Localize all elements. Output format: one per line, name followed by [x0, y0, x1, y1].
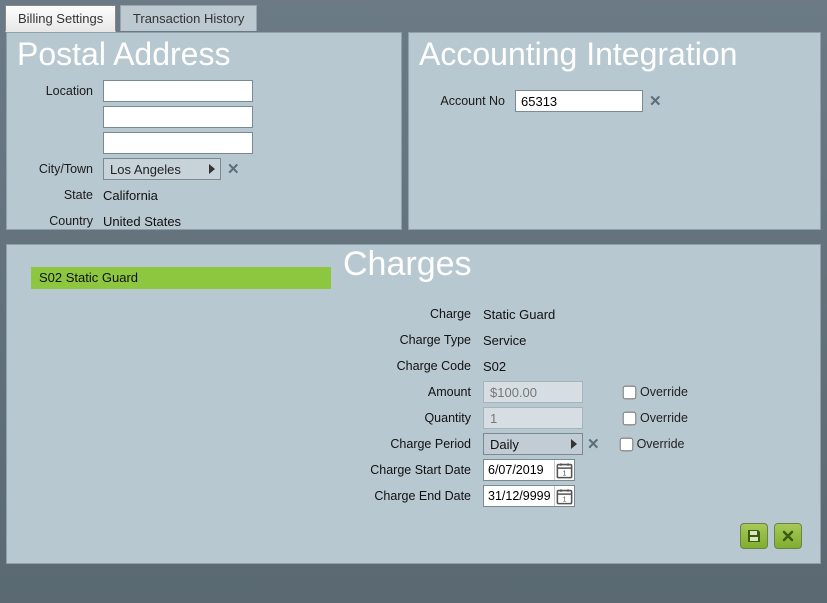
account-no-label: Account No: [421, 94, 505, 108]
amount-label: Amount: [337, 385, 471, 399]
accounting-integration-panel: Accounting Integration Account No ✕: [408, 32, 821, 230]
charges-title: Charges: [343, 245, 472, 284]
override-quantity-label: Override: [640, 411, 688, 425]
start-date-input[interactable]: [484, 460, 554, 480]
clear-period-icon[interactable]: ✕: [587, 437, 600, 452]
calendar-icon[interactable]: 1: [554, 486, 574, 506]
charge-code-label: Charge Code: [337, 359, 471, 373]
svg-text:1: 1: [563, 495, 567, 503]
clear-account-icon[interactable]: ✕: [649, 94, 662, 109]
city-combo[interactable]: Los Angeles: [103, 158, 221, 180]
charges-panel: S02 Static Guard Charges Charge Static G…: [6, 244, 821, 564]
tabs-bar: Billing Settings Transaction History: [0, 0, 827, 32]
city-label: City/Town: [19, 162, 93, 176]
chevron-right-icon: [209, 164, 215, 174]
charge-code-value: S02: [483, 359, 506, 374]
country-value: United States: [103, 214, 181, 229]
override-period-checkbox[interactable]: [619, 437, 633, 451]
location-line3-input[interactable]: [103, 132, 253, 154]
accounting-title: Accounting Integration: [419, 36, 808, 73]
selected-charge-item[interactable]: S02 Static Guard: [31, 267, 331, 289]
charge-label: Charge: [337, 307, 471, 321]
override-amount-label: Override: [640, 385, 688, 399]
cancel-button[interactable]: [774, 523, 802, 549]
quantity-label: Quantity: [337, 411, 471, 425]
svg-text:1: 1: [563, 469, 567, 477]
charge-value: Static Guard: [483, 307, 555, 322]
override-period-label: Override: [637, 437, 685, 451]
charge-period-label: Charge Period: [337, 437, 471, 451]
location-line2-input[interactable]: [103, 106, 253, 128]
end-date-input[interactable]: [484, 486, 554, 506]
postal-title: Postal Address: [17, 36, 389, 73]
override-quantity-checkbox[interactable]: [623, 411, 637, 425]
postal-address-panel: Postal Address Location City/Town Los An…: [6, 32, 402, 230]
clear-city-icon[interactable]: ✕: [227, 162, 240, 177]
start-date-field[interactable]: 1: [483, 459, 575, 481]
chevron-right-icon: [571, 439, 577, 449]
charge-type-value: Service: [483, 333, 526, 348]
location-line1-input[interactable]: [103, 80, 253, 102]
tab-billing-settings[interactable]: Billing Settings: [5, 5, 116, 32]
state-label: State: [19, 188, 93, 202]
calendar-icon[interactable]: 1: [554, 460, 574, 480]
end-date-field[interactable]: 1: [483, 485, 575, 507]
save-button[interactable]: [740, 523, 768, 549]
quantity-input: [483, 407, 583, 429]
charge-period-combo: Daily: [483, 433, 583, 455]
country-label: Country: [19, 214, 93, 228]
amount-input: [483, 381, 583, 403]
override-amount-checkbox[interactable]: [623, 385, 637, 399]
start-date-label: Charge Start Date: [337, 463, 471, 477]
account-no-input[interactable]: [515, 90, 643, 112]
end-date-label: Charge End Date: [337, 489, 471, 503]
tab-transaction-history[interactable]: Transaction History: [120, 5, 258, 31]
location-label: Location: [19, 84, 93, 98]
charge-type-label: Charge Type: [337, 333, 471, 347]
state-value: California: [103, 188, 158, 203]
